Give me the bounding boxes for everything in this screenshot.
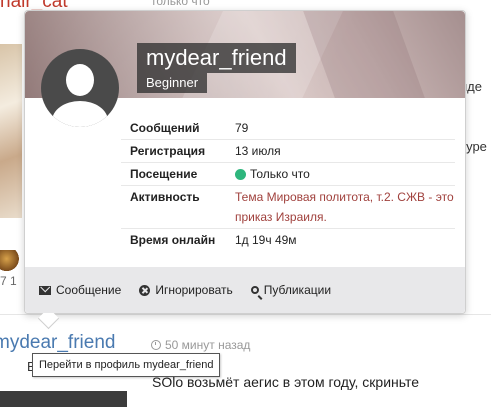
profile-rank: Beginner: [137, 73, 208, 93]
banner-decoration: [299, 11, 441, 98]
search-icon: [250, 286, 259, 294]
ignore-button[interactable]: Игнорировать: [139, 283, 233, 297]
stat-row-last-visit: Посещение Только что: [121, 163, 455, 186]
background-small-number: 7 1: [0, 274, 17, 288]
profile-stats: Сообщений 79 Регистрация 13 июля Посещен…: [121, 117, 455, 251]
envelope-icon: [39, 285, 51, 295]
stat-row-online-time: Время онлайн 1д 19ч 49м: [121, 229, 455, 251]
stat-value: 79: [235, 121, 249, 135]
avatar-placeholder-body: [52, 101, 108, 127]
stat-label: Посещение: [130, 167, 198, 181]
profile-link-tooltip: Перейти в профиль mydear_friend: [32, 353, 221, 377]
publications-label: Публикации: [263, 283, 332, 297]
avatar-placeholder-icon: [66, 64, 94, 96]
profile-popup-card: mydear_friend Beginner Сообщений 79 Реги…: [24, 10, 466, 330]
stat-value: 13 июля: [235, 144, 281, 158]
stat-row-activity: Активность Тема Мировая политота, т.2. С…: [121, 186, 455, 229]
message-label: Сообщение: [56, 283, 122, 297]
publications-button[interactable]: Публикации: [250, 283, 332, 297]
stat-value: 1д 19ч 49м: [235, 233, 297, 247]
stat-label: Регистрация: [130, 144, 206, 158]
stat-row-messages: Сообщений 79: [121, 117, 455, 140]
profile-username[interactable]: mydear_friend: [137, 43, 296, 73]
stat-label: Сообщений: [130, 121, 200, 135]
post-time[interactable]: 50 минут назад: [151, 338, 250, 352]
stat-label: Время онлайн: [130, 233, 216, 247]
background-post-time: только что: [151, 0, 210, 8]
online-status-icon: [235, 168, 246, 180]
stat-row-registration: Регистрация 13 июля: [121, 140, 455, 163]
ban-icon: [139, 284, 151, 296]
clock-icon: [151, 340, 161, 350]
ignore-label: Игнорировать: [155, 283, 233, 297]
post-divider: [0, 314, 491, 315]
post-author-username[interactable]: mydear_friend: [0, 332, 115, 354]
profile-avatar[interactable]: [41, 49, 119, 127]
stat-label: Активность: [130, 190, 200, 204]
background-small-avatar[interactable]: [0, 250, 22, 272]
stat-value: Только что: [235, 163, 310, 185]
profile-actions-bar: Сообщение Игнорировать Публикации: [25, 267, 465, 313]
message-button[interactable]: Сообщение: [39, 283, 121, 297]
activity-link[interactable]: Тема Мировая политота, т.2. СЖВ - это пр…: [235, 186, 455, 227]
post-author-banner: [0, 391, 127, 407]
last-visit-text: Только что: [250, 167, 310, 181]
post-time-label: 50 минут назад: [165, 338, 251, 352]
background-avatar[interactable]: [0, 44, 22, 218]
